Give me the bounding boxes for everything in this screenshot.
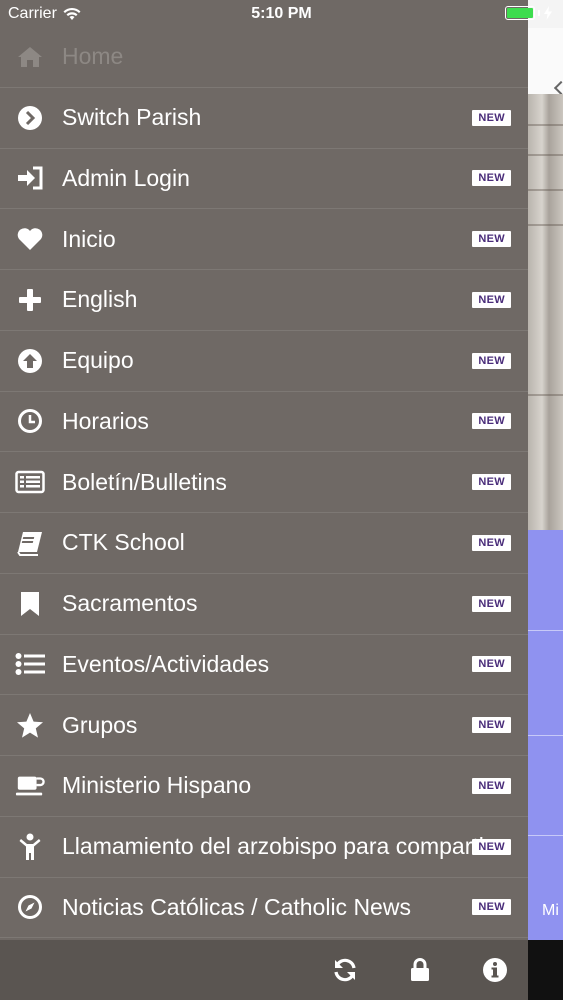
menu-item-admin-login[interactable]: Admin Login NEW <box>0 149 528 210</box>
compass-icon <box>15 892 45 922</box>
menu-item-switch-parish[interactable]: Switch Parish NEW <box>0 88 528 149</box>
new-badge: NEW <box>472 109 511 126</box>
clock: 5:10 PM <box>251 5 312 22</box>
menu-item-horarios[interactable]: Horarios NEW <box>0 392 528 453</box>
book-icon <box>15 528 45 558</box>
menu-item-noticias[interactable]: Noticias Católicas / Catholic News NEW <box>0 878 528 939</box>
menu-item-english[interactable]: English NEW <box>0 270 528 331</box>
menu-item-grupos[interactable]: Grupos NEW <box>0 695 528 756</box>
menu-item-label: Ministerio Hispano <box>62 772 252 799</box>
status-bar: Carrier 5:10 PM <box>0 0 563 28</box>
menu-item-label: Sacramentos <box>62 590 198 617</box>
church-photo <box>528 94 563 530</box>
menu-item-eventos[interactable]: Eventos/Actividades NEW <box>0 635 528 696</box>
new-badge: NEW <box>472 656 511 673</box>
menu-item-sacramentos[interactable]: Sacramentos NEW <box>0 574 528 635</box>
drawer-toolbar <box>0 940 528 1000</box>
bookmark-icon <box>15 589 45 619</box>
menu-item-label: Inicio <box>62 225 116 252</box>
menu-item-label: Horarios <box>62 407 149 434</box>
child-icon <box>15 832 45 862</box>
menu-item-label: Admin Login <box>62 164 190 191</box>
drawer-menu: Home Switch Parish NEW Admin Login NEW I… <box>0 27 528 939</box>
charging-icon <box>544 6 552 20</box>
arrow-up-circle-icon <box>15 346 45 376</box>
menu-item-home[interactable]: Home <box>0 27 528 88</box>
new-badge: NEW <box>472 777 511 794</box>
menu-item-label: Equipo <box>62 347 134 374</box>
menu-item-label: Switch Parish <box>62 104 202 131</box>
new-badge: NEW <box>472 899 511 916</box>
new-badge: NEW <box>472 474 511 491</box>
refresh-icon[interactable] <box>330 955 360 985</box>
lock-icon[interactable] <box>405 955 435 985</box>
coffee-icon <box>15 771 45 801</box>
underlying-header <box>528 28 563 96</box>
underlying-panel: Mi <box>528 530 563 940</box>
menu-item-ctk-school[interactable]: CTK School NEW <box>0 513 528 574</box>
new-badge: NEW <box>472 595 511 612</box>
new-badge: NEW <box>472 352 511 369</box>
new-badge: NEW <box>472 231 511 248</box>
list-icon <box>15 649 45 679</box>
new-badge: NEW <box>472 413 511 430</box>
side-drawer: Home Switch Parish NEW Admin Login NEW I… <box>0 0 528 940</box>
star-icon <box>15 710 45 740</box>
menu-item-label: English <box>62 286 138 313</box>
chevron-circle-icon <box>15 103 45 133</box>
list-alt-icon <box>15 467 45 497</box>
back-chevron-icon <box>553 80 563 96</box>
menu-item-label: Boletín/Bulletins <box>62 468 227 495</box>
new-badge: NEW <box>472 838 511 855</box>
menu-item-label: Llamamiento del arzobispo para compartir <box>62 833 492 860</box>
home-icon <box>15 42 45 72</box>
new-badge: NEW <box>472 170 511 187</box>
sign-in-icon <box>15 163 45 193</box>
new-badge: NEW <box>472 291 511 308</box>
menu-item-label: Eventos/Actividades <box>62 650 270 677</box>
menu-item-llamamiento[interactable]: Llamamiento del arzobispo para compartir… <box>0 817 528 878</box>
underlying-tabbar <box>528 940 563 1000</box>
menu-item-equipo[interactable]: Equipo NEW <box>0 331 528 392</box>
new-badge: NEW <box>472 534 511 551</box>
menu-item-label: Home <box>62 43 124 70</box>
menu-item-boletin[interactable]: Boletín/Bulletins NEW <box>0 452 528 513</box>
menu-item-label: Grupos <box>62 711 138 738</box>
menu-item-label: CTK School <box>62 529 185 556</box>
battery-icon <box>505 6 553 20</box>
underlying-panel-text: Mi <box>542 902 559 919</box>
clock-icon <box>15 406 45 436</box>
menu-item-inicio[interactable]: Inicio NEW <box>0 209 528 270</box>
info-icon[interactable] <box>480 955 510 985</box>
heart-icon <box>15 224 45 254</box>
new-badge: NEW <box>472 717 511 734</box>
plus-icon <box>15 285 45 315</box>
underlying-screen-peek[interactable]: Mi <box>528 0 563 1000</box>
menu-item-ministerio-hispano[interactable]: Ministerio Hispano NEW <box>0 756 528 817</box>
menu-item-label: Noticias Católicas / Catholic News <box>62 893 411 920</box>
